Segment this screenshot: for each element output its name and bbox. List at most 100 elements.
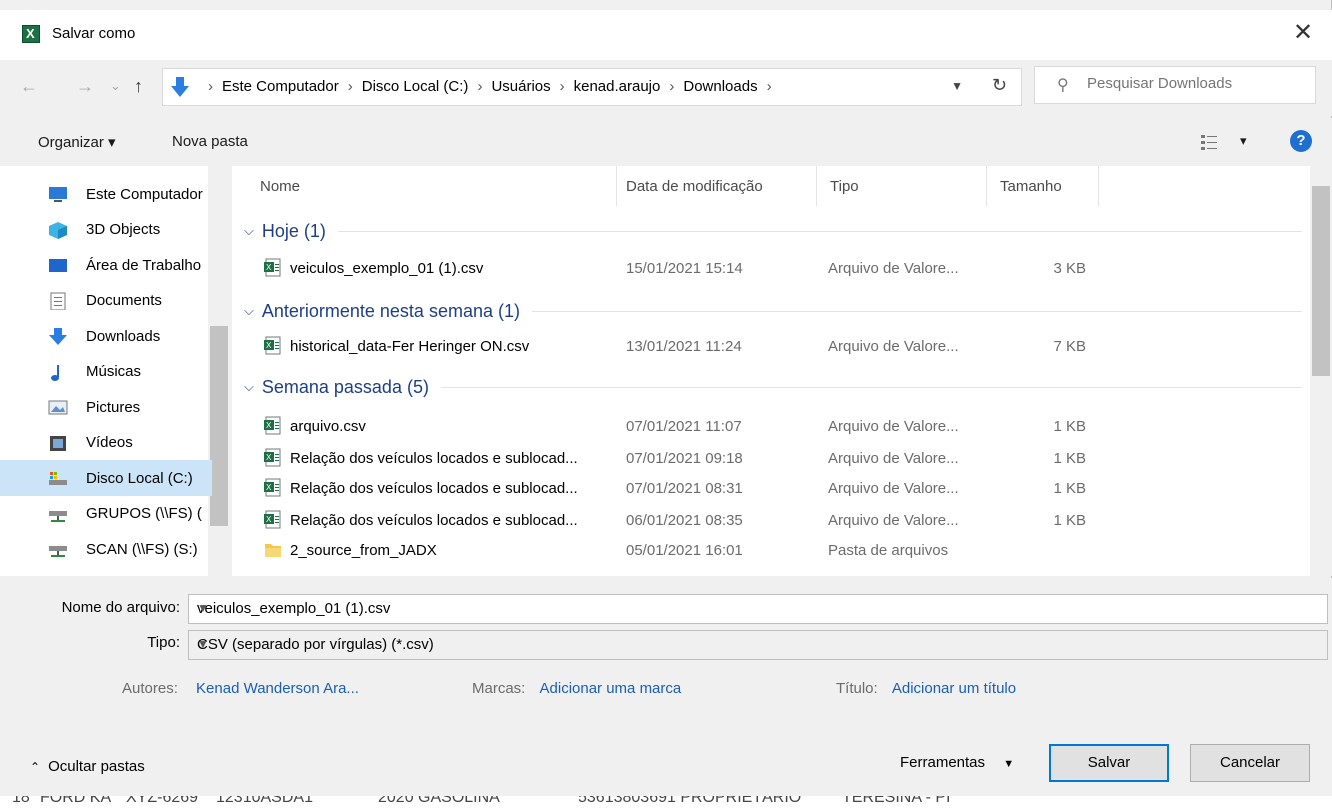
file-row[interactable]: X Relação dos veículos locados e sublocad… xyxy=(232,444,1292,474)
chevron-down-icon[interactable]: ▼ xyxy=(197,601,1319,615)
file-row[interactable]: 2_source_from_JADX 05/01/2021 16:01 Pasta … xyxy=(232,536,1292,566)
view-dropdown-button[interactable]: ▾ xyxy=(1240,133,1247,149)
sidebar-item[interactable]: 3D Objects xyxy=(0,212,212,248)
column-divider[interactable] xyxy=(616,166,617,206)
file-row[interactable]: X Relação dos veículos locados e sublocad… xyxy=(232,506,1292,536)
close-button[interactable]: ✕ xyxy=(1288,18,1318,47)
hide-folders-button[interactable]: ⌃ Ocultar pastas xyxy=(30,758,145,775)
document-icon xyxy=(50,292,66,310)
help-icon[interactable]: ? xyxy=(1290,130,1312,152)
file-type: Arquivo de Valore... xyxy=(828,450,959,467)
file-row[interactable]: Xarquivo.csv 07/01/2021 11:07 Arquivo de V… xyxy=(232,412,1292,442)
group-header[interactable]: ⌵ Semana passada (5) xyxy=(244,372,429,402)
group-divider xyxy=(338,231,1302,232)
file-type-select[interactable]: CSV (separado por vírgulas) (*.csv) ▼ xyxy=(188,630,1328,660)
sidebar-item[interactable]: Pictures xyxy=(0,389,212,425)
file-size: 3 KB xyxy=(1053,260,1086,277)
file-date: 07/01/2021 08:31 xyxy=(626,480,743,497)
svg-text:X: X xyxy=(266,341,272,350)
tools-button[interactable]: Ferramentas ▼ xyxy=(900,754,1014,771)
authors-value[interactable]: Kenad Wanderson Ara... xyxy=(196,680,359,697)
breadcrumb-separator[interactable]: › xyxy=(348,78,353,95)
title-value[interactable]: Adicionar um título xyxy=(892,680,1016,697)
sidebar-item[interactable]: Disco Local (C:) xyxy=(0,460,212,496)
breadcrumb-separator[interactable]: › xyxy=(767,78,772,95)
title-label: Título: xyxy=(836,680,878,697)
sidebar-item[interactable]: Downloads xyxy=(0,318,212,354)
file-name: veiculos_exemplo_01 (1).csv xyxy=(290,260,484,277)
file-type: Arquivo de Valore... xyxy=(828,418,959,435)
sidebar-item[interactable]: Documents xyxy=(0,283,212,319)
sidebar-item-label: SCAN (\\FS) (S:) xyxy=(86,540,198,558)
up-button[interactable]: ↑ xyxy=(134,76,143,97)
sidebar-item[interactable]: Este Computador xyxy=(0,176,212,212)
chevron-down-icon: ▼ xyxy=(1003,758,1015,770)
organize-button[interactable]: Organizar ▾ xyxy=(38,133,116,151)
sidebar-item-label: Vídeos xyxy=(86,434,133,451)
sidebar-item[interactable]: Vídeos xyxy=(0,425,212,461)
file-row[interactable]: Xhistorical_data-Fer Heringer ON.csv 13/0… xyxy=(232,332,1292,362)
breadcrumb-separator[interactable]: › xyxy=(477,78,482,95)
column-header-size[interactable]: Tamanho xyxy=(1000,166,1062,206)
column-divider[interactable] xyxy=(986,166,987,206)
file-row[interactable]: X Relação dos veículos locados e sublocad… xyxy=(232,474,1292,504)
chevron-down-icon[interactable]: ▼ xyxy=(197,637,1319,651)
new-folder-button[interactable]: Nova pasta xyxy=(172,133,248,150)
network-drive-icon xyxy=(49,510,67,522)
file-list-scrollbar[interactable] xyxy=(1310,166,1332,576)
sidebar-scrollbar-thumb[interactable] xyxy=(210,326,228,526)
search-box[interactable]: ⚲ xyxy=(1034,66,1316,104)
tags-label: Marcas: xyxy=(472,680,526,697)
column-header-date[interactable]: Data de modificação xyxy=(626,166,763,206)
sidebar-item[interactable]: GRUPOS (\\FS) ( xyxy=(0,496,212,532)
csv-file-icon: X xyxy=(264,416,281,435)
cancel-button[interactable]: Cancelar xyxy=(1190,744,1310,782)
sidebar-item[interactable]: Área de Trabalho xyxy=(0,247,212,283)
column-divider[interactable] xyxy=(816,166,817,206)
save-button[interactable]: Salvar xyxy=(1049,744,1169,782)
breadcrumb-item[interactable]: Este Computador xyxy=(222,78,339,95)
refresh-icon[interactable]: ↻ xyxy=(992,75,1007,96)
file-list-scrollbar-thumb[interactable] xyxy=(1312,186,1330,376)
filename-label: Nome do arquivo: xyxy=(61,599,180,616)
file-name: arquivo.csv xyxy=(290,418,366,435)
svg-text:X: X xyxy=(266,421,272,430)
breadcrumb-separator[interactable]: › xyxy=(560,78,565,95)
breadcrumb-separator[interactable]: › xyxy=(669,78,674,95)
breadcrumb-separator: › xyxy=(208,78,213,95)
group-header[interactable]: ⌵ Hoje (1) xyxy=(244,216,326,246)
sheet-cell: 18 xyxy=(12,796,30,806)
file-type: Arquivo de Valore... xyxy=(828,512,959,529)
sidebar-item[interactable]: SCAN (\\FS) (S:) xyxy=(0,531,212,567)
chevron-up-icon: ⌃ xyxy=(30,760,41,774)
column-header-type[interactable]: Tipo xyxy=(830,166,859,206)
column-header-name[interactable]: Nome xyxy=(260,166,300,206)
filename-field[interactable]: veiculos_exemplo_01 (1).csv ▼ xyxy=(188,594,1328,624)
sidebar-item-label: Documents xyxy=(86,292,162,309)
file-date: 13/01/2021 11:24 xyxy=(626,338,742,355)
back-button[interactable]: ← xyxy=(20,76,38,97)
window-title: Salvar como xyxy=(52,25,136,42)
tags-value[interactable]: Adicionar uma marca xyxy=(540,680,682,697)
address-bar[interactable]: › Este Computador › Disco Local (C:) › U… xyxy=(162,68,1022,106)
sidebar-item[interactable]: Músicas xyxy=(0,354,212,390)
breadcrumb-item[interactable]: Disco Local (C:) xyxy=(362,78,469,95)
forward-button[interactable]: → xyxy=(76,76,94,97)
sidebar-item-label: Músicas xyxy=(86,363,142,380)
file-list: Nome Data de modificação Tipo Tamanho ⌵ H… xyxy=(232,166,1332,576)
breadcrumb-item[interactable]: Downloads xyxy=(683,78,757,95)
sheet-cell: FORD KA xyxy=(40,796,112,806)
file-row[interactable]: Xveiculos_exemplo_01 (1).csv 15/01/2021 1… xyxy=(232,254,1292,284)
column-divider[interactable] xyxy=(1098,166,1099,206)
title-bar: Salvar como ✕ xyxy=(0,10,1332,60)
view-options-icon[interactable] xyxy=(1200,133,1218,151)
address-history-dropdown[interactable]: ▼ xyxy=(951,79,963,93)
breadcrumb-item[interactable]: Usuários xyxy=(491,78,550,95)
recent-locations-button[interactable]: ⌄ xyxy=(110,78,121,94)
excel-icon xyxy=(22,25,40,43)
search-input[interactable] xyxy=(1087,75,1307,92)
group-header[interactable]: ⌵ Anteriormente nesta semana (1) xyxy=(244,296,520,326)
video-icon xyxy=(50,435,66,451)
file-name: 2_source_from_JADX xyxy=(290,542,437,559)
breadcrumb-item[interactable]: kenad.araujo xyxy=(574,78,661,95)
